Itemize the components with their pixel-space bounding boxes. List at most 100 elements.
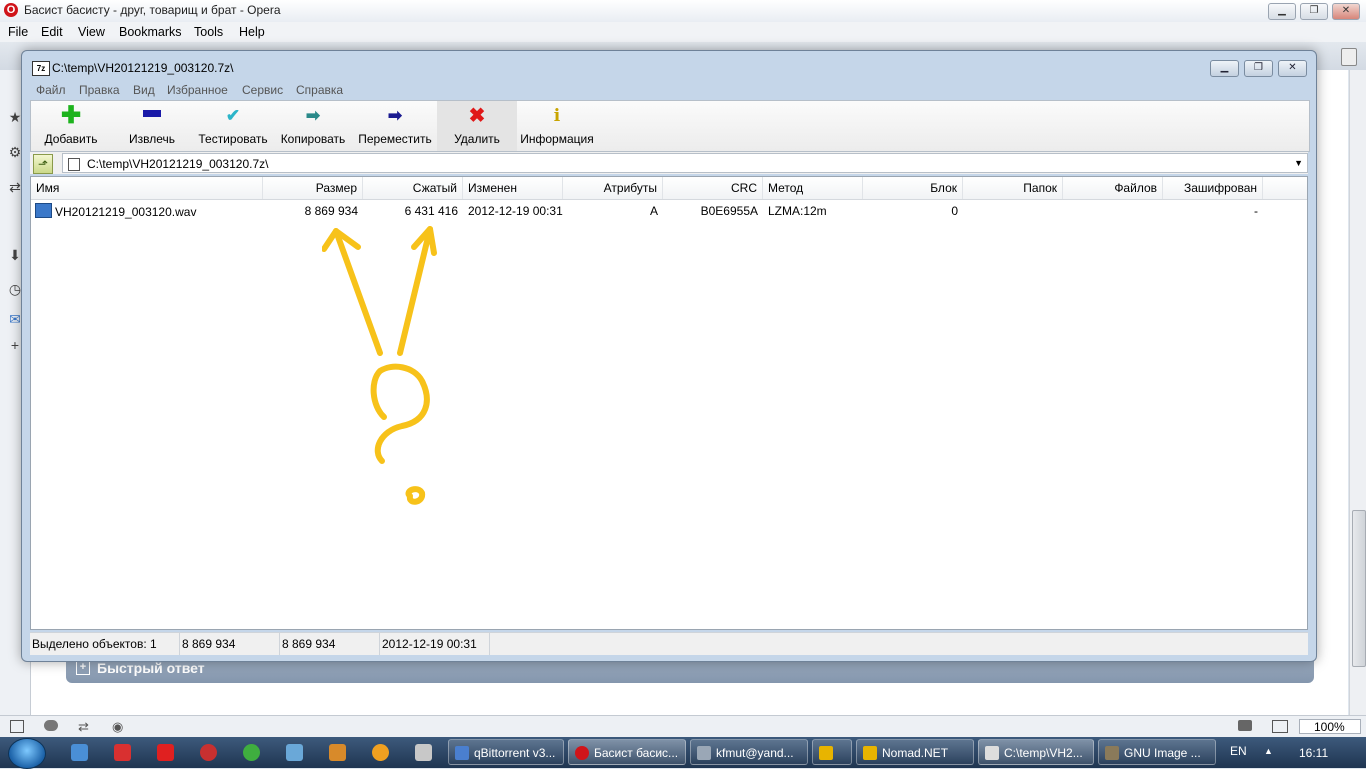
task-gimp[interactable]: GNU Image ... (1098, 739, 1216, 765)
menu-bookmarks[interactable]: Bookmarks (119, 25, 182, 39)
file-list-header: Имя Размер Сжатый Изменен Атрибуты CRC М… (31, 177, 1307, 200)
start-button[interactable] (8, 738, 46, 769)
task-nomad-small[interactable] (812, 739, 852, 765)
task-mail[interactable]: kfmut@yand... (690, 739, 808, 765)
zoom-select[interactable]: 100% (1299, 719, 1361, 734)
opera-maximize-button[interactable]: ❐ (1300, 3, 1328, 20)
7zip-address-bar: ⬏ C:\temp\VH20121219_003120.7z\ ▼ (30, 152, 1308, 174)
path-combobox[interactable]: C:\temp\VH20121219_003120.7z\ ▼ (62, 153, 1308, 173)
status-modified: 2012-12-19 00:31 (380, 633, 490, 655)
chevron-down-icon[interactable]: ▼ (1294, 158, 1303, 168)
test-button[interactable]: ✔ Тестировать (193, 101, 273, 151)
column-folders[interactable]: Папок (963, 177, 1063, 199)
turbo-icon[interactable]: ◉ (112, 719, 123, 735)
delete-button[interactable]: ✖ Удалить (437, 101, 517, 151)
copy-button[interactable]: ➡ Копировать (273, 101, 353, 151)
wav-file-icon (35, 203, 52, 218)
plus-icon: ✚ (61, 102, 82, 129)
quicklaunch-orange-icon[interactable] (372, 744, 389, 761)
image-toggle-icon[interactable] (1272, 720, 1288, 733)
page-scrollbar[interactable] (1349, 70, 1366, 715)
downloads-icon[interactable]: ⬇ (8, 248, 22, 262)
bookmarks-star-icon[interactable]: ★ (8, 110, 22, 124)
quicklaunch-a-icon[interactable] (157, 744, 174, 761)
zmenu-file[interactable]: Файл (36, 83, 66, 97)
opera-close-button[interactable]: ✕ (1332, 3, 1360, 20)
task-opera[interactable]: Басист басис... (568, 739, 686, 765)
mail-icon[interactable]: ✉ (8, 312, 22, 326)
info-button[interactable]: i Информация (517, 101, 597, 151)
column-name[interactable]: Имя (31, 177, 263, 199)
extract-button[interactable]: Извлечь (111, 101, 193, 151)
file-name: VH20121219_003120.wav (55, 205, 197, 219)
quicklaunch-bin-icon[interactable] (286, 744, 303, 761)
column-files[interactable]: Файлов (1063, 177, 1163, 199)
page-scrollbar-thumb[interactable] (1352, 510, 1366, 667)
column-crc[interactable]: CRC (663, 177, 763, 199)
opera-link-cloud-icon[interactable] (44, 720, 58, 731)
clock[interactable]: 16:11 (1299, 746, 1328, 760)
quicklaunch-green-icon[interactable] (243, 744, 260, 761)
status-packed: 8 869 934 (280, 633, 380, 655)
minus-icon (143, 110, 161, 117)
menu-view[interactable]: View (78, 25, 105, 39)
move-button[interactable]: ➡ Переместить (353, 101, 437, 151)
windows-taskbar: qBittorrent v3... Басист басис... kfmut@… (0, 737, 1366, 769)
tray-expand-icon[interactable]: ▲ (1264, 746, 1273, 756)
menu-edit[interactable]: Edit (41, 25, 63, 39)
quicklaunch-game-icon[interactable] (329, 744, 346, 761)
quicklaunch-browser-icon[interactable] (71, 744, 88, 761)
zmenu-favorites[interactable]: Избранное (167, 83, 228, 97)
7zip-maximize-button[interactable]: ❐ (1244, 60, 1273, 77)
column-encrypted[interactable]: Зашифрован (1163, 177, 1263, 199)
opera-task-icon (575, 746, 589, 760)
language-indicator[interactable]: EN (1230, 744, 1247, 758)
task-label: kfmut@yand... (716, 746, 794, 760)
7zip-close-button[interactable]: ✕ (1278, 60, 1307, 77)
task-qbittorrent[interactable]: qBittorrent v3... (448, 739, 564, 765)
column-size[interactable]: Размер (263, 177, 363, 199)
menu-help[interactable]: Help (239, 25, 265, 39)
history-clock-icon[interactable]: ◷ (8, 282, 22, 296)
add-button[interactable]: ✚ Добавить (31, 101, 111, 151)
task-label: Басист басис... (594, 746, 679, 760)
unite-status-icon[interactable]: ⇄ (78, 719, 89, 735)
page-icon[interactable] (1238, 720, 1252, 731)
zmenu-edit[interactable]: Правка (79, 83, 120, 97)
folder-up-icon[interactable]: ⬏ (33, 154, 53, 174)
add-button-label: Добавить (44, 132, 98, 146)
opera-status-bar: ⇄ ◉ 100% (0, 715, 1366, 738)
column-method[interactable]: Метод (763, 177, 863, 199)
zmenu-view[interactable]: Вид (133, 83, 155, 97)
7zip-menubar: Файл Правка Вид Избранное Сервис Справка (30, 80, 1308, 99)
column-packed[interactable]: Сжатый (363, 177, 463, 199)
opera-menubar: File Edit View Bookmarks Tools Help (0, 22, 1366, 42)
extract-button-label: Извлечь (128, 132, 175, 146)
expand-plus-icon[interactable]: + (76, 661, 90, 675)
unite-icon[interactable]: ⇄ (8, 180, 22, 194)
7zip-minimize-button[interactable]: ▁ (1210, 60, 1239, 77)
menu-tools[interactable]: Tools (194, 25, 223, 39)
settings-gear-icon[interactable]: ⚙ (8, 145, 22, 159)
file-list: Имя Размер Сжатый Изменен Атрибуты CRC М… (30, 176, 1308, 630)
info-button-label: Информация (520, 132, 594, 146)
quicklaunch-pdf-icon[interactable] (114, 744, 131, 761)
task-nomad[interactable]: Nomad.NET (856, 739, 974, 765)
task-7zip[interactable]: C:\temp\VH2... (978, 739, 1094, 765)
cell-attributes: A (649, 204, 658, 218)
column-modified[interactable]: Изменен (463, 177, 563, 199)
trash-icon[interactable] (1341, 48, 1357, 66)
column-block[interactable]: Блок (863, 177, 963, 199)
test-button-label: Тестировать (198, 132, 268, 146)
menu-file[interactable]: File (8, 25, 28, 39)
column-attributes[interactable]: Атрибуты (563, 177, 663, 199)
panel-toggle-icon[interactable] (10, 720, 24, 733)
zmenu-help[interactable]: Справка (296, 83, 343, 97)
opera-minimize-button[interactable]: ▁ (1268, 3, 1296, 20)
archive-file-icon (68, 158, 80, 171)
system-tray: EN ▲ 16:11 (1222, 737, 1366, 768)
add-panel-icon[interactable]: + (8, 338, 22, 352)
quicklaunch-antivirus-icon[interactable] (200, 744, 217, 761)
zmenu-tools[interactable]: Сервис (242, 83, 283, 97)
quicklaunch-app-icon[interactable] (415, 744, 432, 761)
